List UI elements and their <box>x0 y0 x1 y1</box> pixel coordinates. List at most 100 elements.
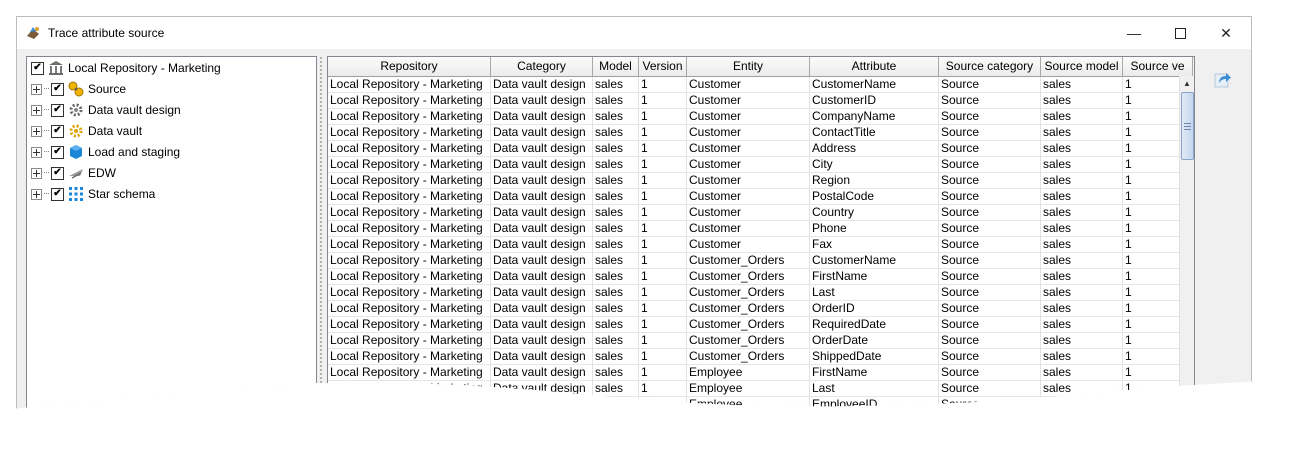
table-cell: 1 <box>639 397 687 409</box>
table-row[interactable]: Local Repository - Marketing Data vault d… <box>328 157 1194 173</box>
table-cell: Data vault design <box>491 189 593 205</box>
column-header[interactable]: Source category <box>939 57 1041 76</box>
table-row[interactable]: Local Repository - Marketing Data vault d… <box>328 141 1194 157</box>
table-cell: Local Repository - Marketing <box>328 253 491 269</box>
table-cell: 1 <box>639 365 687 381</box>
table-cell: 1 <box>639 205 687 221</box>
tree-item-source[interactable]: ✔ Source <box>31 79 126 99</box>
table-cell: Source <box>939 125 1041 141</box>
table-row[interactable]: Local Repository - Marketing Data vault d… <box>328 173 1194 189</box>
tree-checkbox[interactable]: ✔ <box>51 103 64 117</box>
table-cell: sales <box>593 285 639 301</box>
tree-item-edw[interactable]: ✔ EDW <box>31 163 116 183</box>
table-cell: sales <box>593 253 639 269</box>
column-header[interactable]: Version <box>639 57 687 76</box>
table-row[interactable]: Local Repository - Marketing Data vault d… <box>328 125 1194 141</box>
tree-checkbox[interactable]: ✔ <box>51 166 64 180</box>
table-cell: Source <box>939 365 1041 381</box>
tree-checkbox[interactable]: ✔ <box>51 145 64 159</box>
export-button[interactable] <box>1213 69 1233 89</box>
table-cell: Customer <box>687 141 810 157</box>
expand-icon[interactable] <box>31 125 42 137</box>
table-cell: sales <box>1041 253 1123 269</box>
tree-checkbox[interactable]: ✔ <box>31 61 44 75</box>
table-row[interactable]: Local Repository - Marketing Data vault d… <box>328 205 1194 221</box>
table-row[interactable]: Local Repository - Marketing Data vault d… <box>328 109 1194 125</box>
table-cell: 1 <box>639 333 687 349</box>
star-schema-icon <box>68 186 84 202</box>
grip-icon <box>1184 122 1191 130</box>
table-row[interactable]: Local Repository - Marketing Data vault d… <box>328 253 1194 269</box>
table-cell: Local Repository - Marketing <box>328 269 491 285</box>
column-header[interactable]: Source ve <box>1123 57 1193 76</box>
model-tree[interactable]: ✔ Local Repository - Marketing ✔ Source … <box>26 56 317 409</box>
table-cell: Data vault design <box>491 253 593 269</box>
table-cell: Data vault design <box>491 109 593 125</box>
table-row[interactable]: Local Repository - Marketing Data vault d… <box>328 333 1194 349</box>
table-row[interactable]: Local Repository - Marketing Data vault d… <box>328 269 1194 285</box>
table-cell: 1 <box>639 173 687 189</box>
table-cell: sales <box>593 221 639 237</box>
expand-icon[interactable] <box>31 188 42 200</box>
table-cell: sales <box>593 173 639 189</box>
table-cell: sales <box>593 237 639 253</box>
table-row[interactable]: Local Repository - Marketing Data vault d… <box>328 365 1194 381</box>
table-cell: Source <box>939 349 1041 365</box>
column-header[interactable]: Category <box>491 57 593 76</box>
expand-icon[interactable] <box>31 146 42 158</box>
table-cell: Customer <box>687 125 810 141</box>
scroll-thumb[interactable] <box>1181 92 1194 160</box>
tree-checkbox[interactable]: ✔ <box>51 124 64 138</box>
tree-checkbox[interactable]: ✔ <box>51 82 64 96</box>
tree-checkbox[interactable]: ✔ <box>51 187 64 201</box>
tree-root[interactable]: ✔ Local Repository - Marketing <box>31 58 221 78</box>
maximize-button[interactable] <box>1157 17 1203 49</box>
table-cell: sales <box>1041 349 1123 365</box>
table-cell: Customer <box>687 189 810 205</box>
table-cell: Data vault design <box>491 365 593 381</box>
table-cell: Data vault design <box>491 237 593 253</box>
table-cell: 1 <box>1123 397 1193 409</box>
table-row[interactable]: Local Repository - Marketing Data vault d… <box>328 189 1194 205</box>
table-cell: Source <box>939 205 1041 221</box>
minimize-button[interactable]: — <box>1111 17 1157 49</box>
table-cell: Customer <box>687 157 810 173</box>
table-row[interactable]: Local Repository - Marketing Data vault d… <box>328 301 1194 317</box>
tree-item-data-vault[interactable]: ✔ Data vault <box>31 121 142 141</box>
table-cell: Source <box>939 173 1041 189</box>
table-cell: Local Repository - Marketing <box>328 189 491 205</box>
table-row[interactable]: Local Repository - Marketing Data vault d… <box>328 381 1194 397</box>
column-header[interactable]: Entity <box>687 57 810 76</box>
column-header[interactable]: Model <box>593 57 639 76</box>
table-row[interactable]: Local Repository - Marketing Data vault d… <box>328 285 1194 301</box>
pane-splitter[interactable] <box>319 56 323 409</box>
column-header[interactable]: Attribute <box>810 57 939 76</box>
table-row[interactable]: Local Repository - Marketing Data vault d… <box>328 397 1194 409</box>
tree-item-star-schema[interactable]: ✔ Star schema <box>31 184 155 204</box>
column-header[interactable]: Source model <box>1041 57 1123 76</box>
app-icon <box>25 25 41 41</box>
scroll-up-icon[interactable]: ▲ <box>1180 76 1194 90</box>
close-button[interactable]: ✕ <box>1203 17 1249 49</box>
column-header[interactable]: Repository <box>328 57 491 76</box>
expand-icon[interactable] <box>31 83 42 95</box>
trace-table[interactable]: Repository Category Model Version Entity Attr… <box>327 56 1195 409</box>
source-icon <box>68 81 84 97</box>
tree-item-load-and-staging[interactable]: ✔ Load and staging <box>31 142 180 162</box>
table-cell: OrderDate <box>810 333 939 349</box>
table-cell: City <box>810 157 939 173</box>
table-cell: sales <box>1041 77 1123 93</box>
table-row[interactable]: Local Repository - Marketing Data vault d… <box>328 221 1194 237</box>
table-cell: Source <box>939 109 1041 125</box>
tree-item-data-vault-design[interactable]: ✔ Data vault design <box>31 100 181 120</box>
expand-icon[interactable] <box>31 104 42 116</box>
table-cell: sales <box>1041 285 1123 301</box>
table-row[interactable]: Local Repository - Marketing Data vault d… <box>328 77 1194 93</box>
table-row[interactable]: Local Repository - Marketing Data vault d… <box>328 237 1194 253</box>
vertical-scrollbar[interactable]: ▲ <box>1179 76 1194 409</box>
table-row[interactable]: Local Repository - Marketing Data vault d… <box>328 349 1194 365</box>
expand-icon[interactable] <box>31 167 42 179</box>
table-row[interactable]: Local Repository - Marketing Data vault d… <box>328 317 1194 333</box>
table-row[interactable]: Local Repository - Marketing Data vault d… <box>328 93 1194 109</box>
table-cell: Data vault design <box>491 125 593 141</box>
